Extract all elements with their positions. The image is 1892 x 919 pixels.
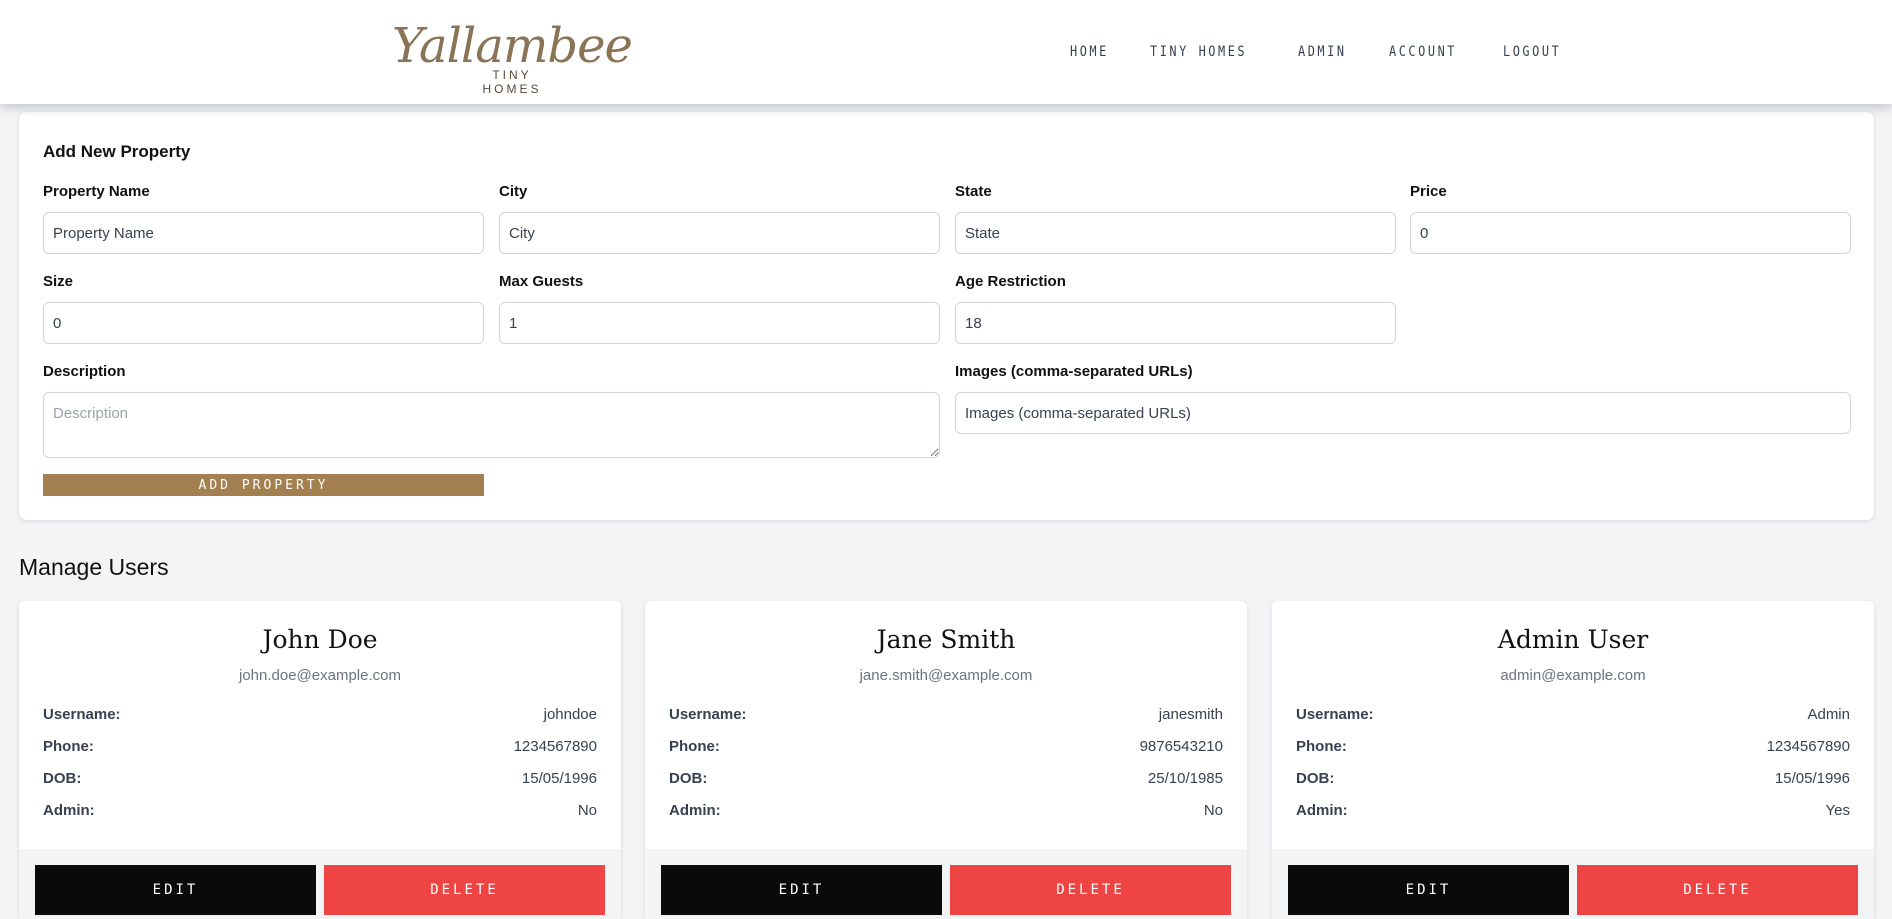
site-header: Yallambee TINY HOMES HOME TINY HOMES ADM… [0, 0, 1892, 104]
admin-value: No [1203, 802, 1223, 819]
manage-users-title: Manage Users [19, 554, 169, 580]
delete-user-button[interactable]: DELETE [1577, 865, 1858, 915]
card-footer: EDIT DELETE [645, 849, 1247, 919]
user-email: admin@example.com [1500, 667, 1646, 684]
admin-row: Admin: No [669, 802, 1223, 826]
card-footer: EDIT DELETE [19, 849, 621, 919]
admin-row: Admin: No [43, 802, 597, 826]
images-input[interactable] [955, 392, 1851, 434]
username-row: Username: johndoe [43, 706, 597, 730]
city-label: City [499, 183, 528, 200]
admin-key: Admin: [669, 802, 721, 819]
nav-admin[interactable]: ADMIN [1298, 44, 1347, 60]
username-value: Admin [1807, 706, 1850, 723]
size-input[interactable] [43, 302, 484, 344]
property-name-input[interactable] [43, 212, 484, 254]
phone-key: Phone: [669, 738, 720, 755]
edit-user-button[interactable]: EDIT [661, 865, 942, 915]
admin-value: No [577, 802, 597, 819]
card-footer: EDIT DELETE [1272, 849, 1874, 919]
max-guests-input[interactable] [499, 302, 940, 344]
user-card: Admin User admin@example.com Username: Ad… [1272, 601, 1874, 919]
age-restriction-input[interactable] [955, 302, 1396, 344]
username-row: Username: Admin [1296, 706, 1850, 730]
description-label: Description [43, 363, 126, 380]
age-restriction-label: Age Restriction [955, 273, 1066, 290]
edit-user-button[interactable]: EDIT [35, 865, 316, 915]
dob-value: 15/05/1996 [521, 770, 597, 787]
phone-row: Phone: 1234567890 [1296, 738, 1850, 762]
user-card: John Doe john.doe@example.com Username: j… [19, 601, 621, 919]
state-label: State [955, 183, 992, 200]
admin-value: Yes [1825, 802, 1850, 819]
edit-user-button[interactable]: EDIT [1288, 865, 1569, 915]
nav-logout[interactable]: LOGOUT [1503, 44, 1561, 60]
city-input[interactable] [499, 212, 940, 254]
property-name-label: Property Name [43, 183, 150, 200]
max-guests-label: Max Guests [499, 273, 584, 290]
dob-row: DOB: 25/10/1985 [669, 770, 1223, 794]
main-nav: HOME TINY HOMES ADMIN ACCOUNT LOGOUT [1070, 44, 1606, 60]
dob-row: DOB: 15/05/1996 [43, 770, 597, 794]
dob-value: 25/10/1985 [1147, 770, 1223, 787]
username-key: Username: [43, 706, 121, 723]
add-property-card: Add New Property Property Name City Stat… [19, 112, 1874, 520]
dob-row: DOB: 15/05/1996 [1296, 770, 1850, 794]
nav-account[interactable]: ACCOUNT [1389, 44, 1457, 60]
username-key: Username: [669, 706, 747, 723]
phone-value: 9876543210 [1139, 738, 1223, 755]
phone-row: Phone: 9876543210 [669, 738, 1223, 762]
admin-row: Admin: Yes [1296, 802, 1850, 826]
user-name: John Doe [262, 625, 378, 654]
price-input[interactable] [1410, 212, 1851, 254]
user-card: Jane Smith jane.smith@example.com Userna… [645, 601, 1247, 919]
user-email: jane.smith@example.com [859, 667, 1033, 684]
logo-subtitle: TINY HOMES [482, 68, 542, 96]
username-key: Username: [1296, 706, 1374, 723]
nav-tiny-homes[interactable]: TINY HOMES [1150, 44, 1247, 60]
add-property-button[interactable]: ADD PROPERTY [43, 474, 484, 496]
user-name: Admin User [1497, 625, 1649, 654]
admin-key: Admin: [43, 802, 95, 819]
username-value: janesmith [1158, 706, 1223, 723]
phone-key: Phone: [1296, 738, 1347, 755]
user-name: Jane Smith [876, 625, 1016, 654]
delete-user-button[interactable]: DELETE [950, 865, 1231, 915]
price-label: Price [1410, 183, 1447, 200]
size-label: Size [43, 273, 74, 290]
dob-value: 15/05/1996 [1774, 770, 1850, 787]
phone-row: Phone: 1234567890 [43, 738, 597, 762]
state-input[interactable] [955, 212, 1396, 254]
admin-key: Admin: [1296, 802, 1348, 819]
logo-wordmark: Yallambee [392, 18, 633, 74]
username-value: johndoe [543, 706, 597, 723]
username-row: Username: janesmith [669, 706, 1223, 730]
phone-value: 1234567890 [1766, 738, 1850, 755]
description-textarea[interactable] [43, 392, 940, 458]
dob-key: DOB: [43, 770, 82, 787]
phone-key: Phone: [43, 738, 94, 755]
dob-key: DOB: [1296, 770, 1335, 787]
phone-value: 1234567890 [513, 738, 597, 755]
form-title: Add New Property [43, 142, 191, 161]
images-label: Images (comma-separated URLs) [955, 363, 1193, 380]
dob-key: DOB: [669, 770, 708, 787]
user-email: john.doe@example.com [239, 667, 401, 684]
nav-home[interactable]: HOME [1070, 44, 1109, 60]
brand-logo[interactable]: Yallambee TINY HOMES [392, 18, 633, 96]
delete-user-button[interactable]: DELETE [324, 865, 605, 915]
